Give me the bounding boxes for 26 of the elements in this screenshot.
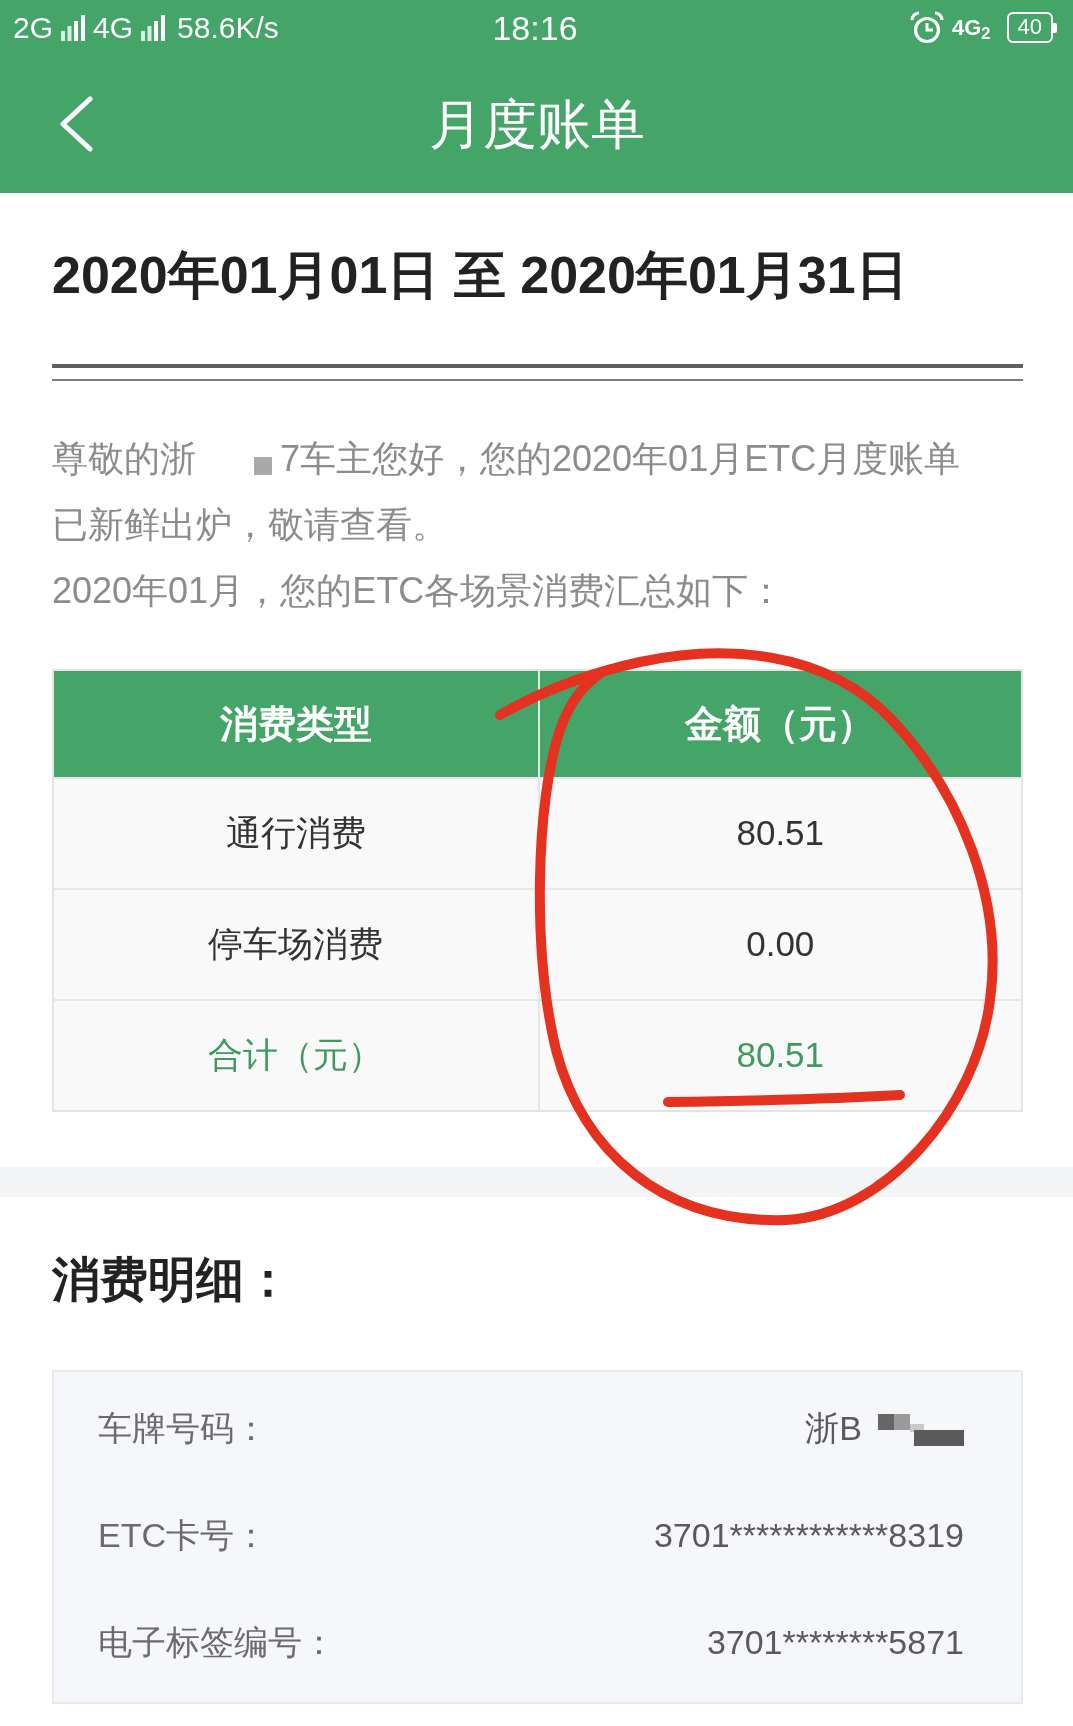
network-speed: 58.6K/s <box>177 12 279 43</box>
chevron-left-icon <box>59 96 93 152</box>
column-header: 消费类型 <box>218 701 373 747</box>
field-value: 3701************8319 <box>653 1515 964 1556</box>
summary-intro-text: 2020年01月，您的ETC各场景消费汇总如下： <box>52 569 786 613</box>
field-label: 车牌号码： <box>98 1408 268 1449</box>
section-heading: 消费明细： <box>52 1252 293 1308</box>
table-cell-text: 通行消费 <box>224 812 367 855</box>
field-label: 电子标签编号： <box>98 1622 336 1663</box>
table-cell-text: 停车场消费 <box>207 923 385 966</box>
alarm-clock-icon <box>909 10 944 45</box>
network-label: 4G <box>93 12 134 43</box>
clock-time: 18:16 <box>492 8 578 47</box>
field-value: 浙B <box>805 1408 862 1449</box>
network-label: 4G$_{2}$ <box>951 16 991 39</box>
signal-icon <box>61 14 86 41</box>
billing-period: 2020年01月01日 至 2020年01月31日 <box>52 245 909 305</box>
battery-indicator: 40 <box>1006 12 1057 43</box>
table-cell-text: 合计（元） <box>207 1034 385 1077</box>
table-cell: 80.51 <box>537 1001 1021 1110</box>
network-label: 2G <box>13 12 54 43</box>
field-label: ETC卡号： <box>98 1515 268 1556</box>
page-title: 月度账单 <box>428 92 645 156</box>
field-value: 3701********5871 <box>706 1622 964 1663</box>
greeting-text: 尊敬的浙 7车主您好，您的2020年01月ETC月度账单已新鲜出炉，敬请查看。 <box>52 437 962 547</box>
signal-icon <box>141 14 166 41</box>
